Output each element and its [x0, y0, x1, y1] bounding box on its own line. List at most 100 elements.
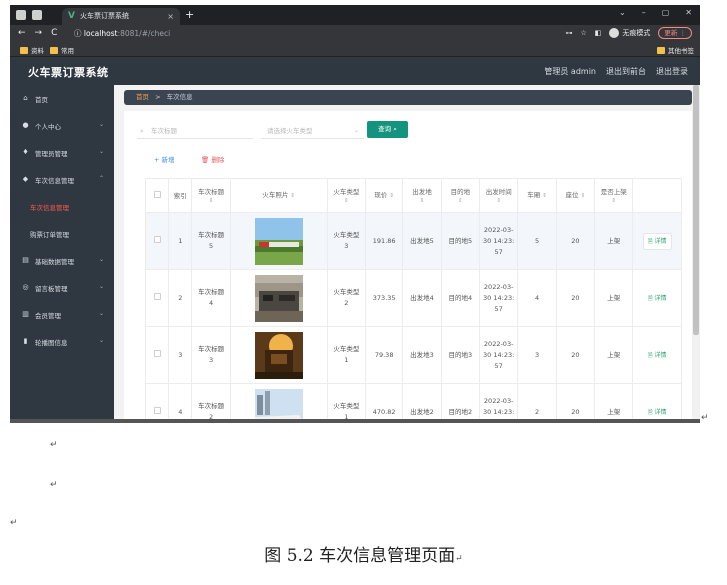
sidebar-item[interactable]: ♦ 管理员管理 ⌄ [10, 139, 114, 166]
column-header[interactable]: 座位 ⇕ [555, 178, 596, 213]
other-bookmarks[interactable]: 其他书签 [657, 45, 694, 55]
sort-icon[interactable]: ⇕ [595, 197, 632, 205]
breadcrumb-home[interactable]: 首页 [136, 93, 149, 101]
row-checkbox[interactable] [153, 235, 161, 243]
browser-tab[interactable]: V 火车票订票系统 × [62, 8, 180, 25]
row-checkbox[interactable] [153, 406, 161, 414]
new-tab-button[interactable]: + [185, 8, 194, 21]
sidepanel-icon[interactable]: ◧ [595, 29, 602, 37]
train-type-select[interactable]: 请选择火车类型 ⌄ [261, 123, 364, 139]
table-row[interactable]: 3 车次标题3 火车类型1 79.38 出发地3 目的地3 2022-03-30 14:23… [144, 326, 682, 384]
column-header[interactable]: 是否上架 ⇕ [594, 178, 634, 213]
column-header[interactable]: 出发时间 ⇕ [479, 178, 519, 213]
maximize-icon[interactable]: ▢ [662, 8, 670, 17]
chevron-down-icon: ⌄ [98, 337, 104, 344]
column-header [632, 178, 682, 213]
column-header[interactable]: 现价 ⇕ [364, 178, 404, 213]
minimize-icon[interactable]: – [642, 8, 646, 17]
update-button[interactable]: 更新 ⋮ [658, 27, 692, 39]
sidebar-item[interactable]: 车次信息管理 [10, 193, 114, 220]
detail-button[interactable]: 🗎 详情 [648, 295, 667, 302]
app-header: 火车票订票系统 管理员 admin 退出到前台 退出登录 [10, 57, 700, 85]
action-cell: 🗎 详情 [632, 383, 682, 423]
sidebar-item[interactable]: ⌂ 首页 [10, 85, 114, 112]
search-icon: ⌕ [140, 127, 144, 135]
sidebar-item-label: 基础数据管理 [35, 258, 74, 266]
add-button[interactable]: + 新增 [154, 154, 175, 164]
sidebar-item-label: 会员管理 [35, 312, 61, 320]
sidebar-item[interactable]: ● 个人中心 ⌄ [10, 112, 114, 139]
tab-list-icon[interactable] [32, 10, 42, 20]
sort-icon[interactable]: ⇕ [480, 197, 517, 205]
sort-icon[interactable]: ⇕ [581, 193, 586, 199]
time-cell: 2022-03-30 14:23:57 [479, 269, 519, 327]
table-header-row: 索引 车次标题 ⇕ 火车照片 ⇕ 火车类型 ⇕ 现价 ⇕ 出发地 ⇕ 目的地 ⇕ 出发时… [144, 178, 682, 213]
sort-icon[interactable]: ⇕ [542, 193, 547, 199]
sort-icon[interactable]: ⇕ [389, 193, 394, 199]
info-icon[interactable]: ⓘ [74, 29, 84, 38]
detail-button[interactable]: 🗎 详情 [642, 232, 672, 250]
column-header[interactable]: 出发地 ⇕ [402, 178, 442, 213]
reload-icon[interactable]: C [51, 28, 57, 38]
incognito-indicator[interactable]: 无痕模式 [609, 28, 650, 38]
select-all-checkbox[interactable] [153, 190, 161, 198]
sort-icon[interactable]: ⇕ [290, 193, 295, 199]
star-icon[interactable]: ☆ [581, 29, 587, 37]
bookmark-changyong[interactable]: 常用 [50, 45, 74, 55]
sidebar-item[interactable]: ▤ 基础数据管理 ⌄ [10, 247, 114, 274]
sidebar-item[interactable]: ◆ 车次信息管理 ⌃ [10, 166, 114, 193]
row-checkbox[interactable] [153, 349, 161, 357]
column-header[interactable]: 火车类型 ⇕ [326, 178, 366, 213]
seat-cell: 20 [555, 269, 596, 327]
column-header[interactable]: 火车照片 ⇕ [229, 178, 328, 213]
figure-caption: 图 5.2 车次信息管理页面↵ [0, 541, 727, 566]
sort-icon[interactable]: ⇕ [192, 197, 229, 205]
detail-button[interactable]: 🗎 详情 [648, 352, 667, 359]
query-button[interactable]: 查询 ⌕ [367, 121, 408, 138]
sidebar: ⌂ 首页 ● 个人中心 ⌄ ♦ 管理员管理 ⌄ ◆ 车次信息管理 ⌃ 车次信息管理 购票订单管理 ▤ 基础数… [10, 85, 114, 423]
url-field[interactable]: ⓘ localhost:8081/#/checi [74, 28, 170, 39]
close-window-icon[interactable]: ✕ [685, 8, 692, 17]
sidebar-item[interactable]: ▮ 轮播图信息 ⌄ [10, 328, 114, 355]
chevron-down-icon: ⌄ [98, 310, 104, 317]
sidebar-item[interactable]: ▥ 会员管理 ⌄ [10, 301, 114, 328]
delete-button[interactable]: 🗑 删除 [201, 154, 224, 164]
sort-icon[interactable]: ⇕ [442, 197, 479, 205]
bookmark-label: 资料 [31, 47, 44, 55]
table-row[interactable]: 2 车次标题4 火车类型2 373.35 出发地4 目的地4 2022-03-30 14:2… [144, 269, 682, 327]
time-cell: 2022-03-30 14:23:57 [479, 383, 519, 423]
breadcrumb-separator: > [155, 93, 161, 101]
type-text: 火车类型2 [333, 288, 360, 307]
tab-close-icon[interactable]: × [167, 8, 174, 25]
title-cell: 车次标题4 [191, 269, 231, 327]
row-checkbox[interactable] [153, 292, 161, 300]
exit-to-front-link[interactable]: 退出到前台 [606, 66, 646, 77]
app-brand: 火车票订票系统 [28, 66, 109, 79]
column-header[interactable]: 车厢 ⇕ [517, 178, 557, 213]
title-search-input[interactable]: ⌕ 车次标题 [137, 123, 253, 139]
forward-icon[interactable]: → [35, 28, 43, 38]
browser-menu-icon[interactable] [16, 10, 26, 20]
bookmark-ziliao[interactable]: 资料 [20, 45, 44, 55]
horizontal-scrollbar[interactable] [10, 419, 700, 423]
sidebar-item[interactable]: 购票订单管理 [10, 220, 114, 247]
table-row[interactable]: 4 车次标题2 火车类型1 470.82 出发地2 目的地2 2022-03-30 14:2… [144, 383, 682, 423]
sort-icon[interactable]: ⇕ [328, 197, 365, 205]
index-cell: 3 [168, 326, 193, 384]
chevron-down-icon: ⌄ [98, 256, 104, 263]
incognito-label: 无痕模式 [622, 29, 651, 37]
column-header[interactable]: 目的地 ⇕ [440, 178, 481, 213]
logout-link[interactable]: 退出登录 [656, 66, 688, 77]
column-header[interactable]: 车次标题 ⇕ [191, 178, 231, 213]
breadcrumb-current: 车次信息 [166, 93, 193, 101]
detail-button[interactable]: 🗎 详情 [648, 409, 667, 416]
sort-icon[interactable]: ⇕ [403, 197, 440, 205]
back-icon[interactable]: ← [18, 28, 26, 38]
home-icon: ⌂ [23, 94, 28, 102]
tab-search-icon[interactable]: ⌄ [619, 8, 626, 17]
scrollbar-thumb[interactable] [693, 85, 699, 335]
sidebar-item[interactable]: ◎ 留言板管理 ⌄ [10, 274, 114, 301]
table-row[interactable]: 1 车次标题5 火车类型3 191.86 出发地5 目的地5 2022-03-30 14:2… [144, 212, 682, 270]
key-icon[interactable]: ⊶ [566, 29, 573, 37]
vertical-scrollbar[interactable] [692, 85, 700, 423]
